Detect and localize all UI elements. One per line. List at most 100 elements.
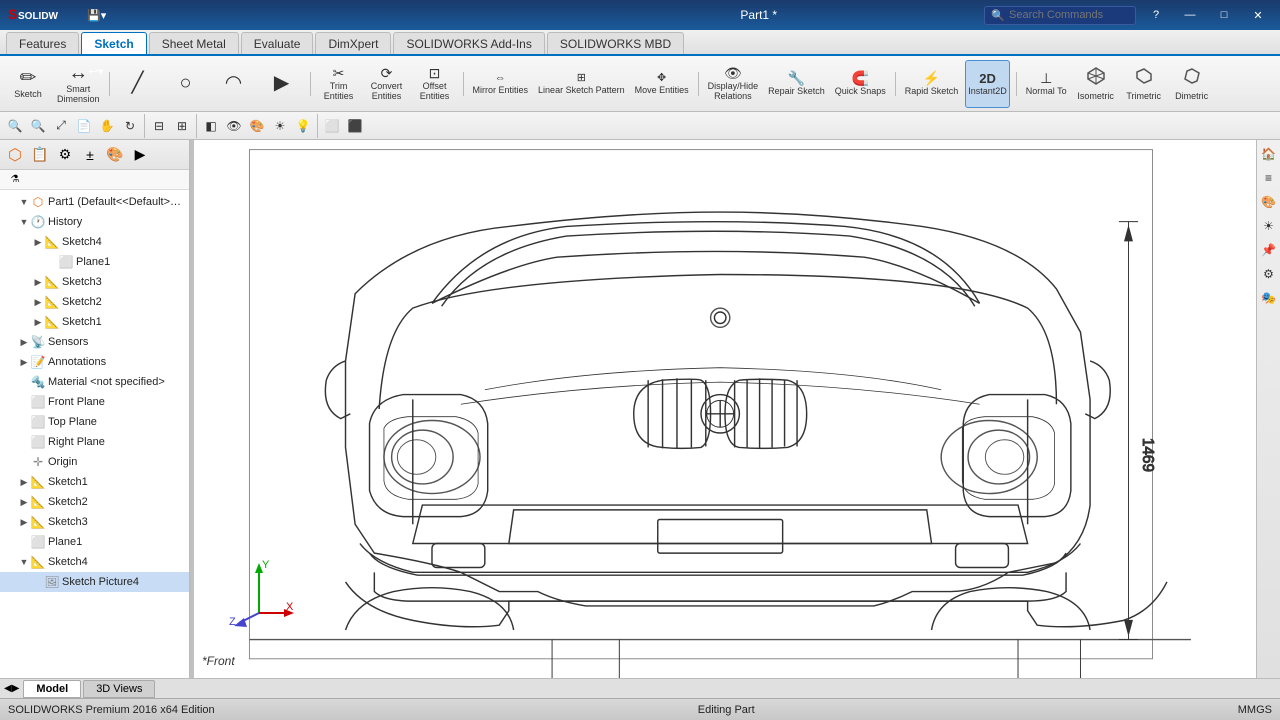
tab-dimxpert[interactable]: DimXpert — [315, 32, 391, 54]
sensors-label: Sensors — [48, 336, 88, 348]
tree-item-sketch4-history[interactable]: ▶ 📐 Sketch4 — [0, 232, 189, 252]
view-window-btn[interactable]: ⬜ — [321, 115, 343, 137]
search-input[interactable] — [1009, 9, 1129, 21]
bottom-tab-3dviews[interactable]: 3D Views — [83, 680, 155, 698]
view-pan-btn[interactable]: ✋ — [96, 115, 118, 137]
tree-item-origin[interactable]: ✛ Origin — [0, 452, 189, 472]
sidebar-more-btn[interactable]: ▶ — [129, 144, 151, 166]
view-window2-btn[interactable]: ⬛ — [344, 115, 366, 137]
bottom-tab-model[interactable]: Model — [23, 680, 81, 698]
line-icon: ╱ — [132, 73, 144, 93]
sketch-tool-move[interactable]: ✥ Move Entities — [632, 60, 692, 108]
tab-evaluate[interactable]: Evaluate — [241, 32, 314, 54]
sketch-tool-isometric[interactable]: Isometric — [1074, 60, 1118, 108]
tree-item-material[interactable]: 🔩 Material <not specified> — [0, 372, 189, 392]
right-panel-solidworks-btn[interactable]: ⚙ — [1259, 264, 1279, 284]
tree-item-sketch-picture4[interactable]: 🖼 Sketch Picture4 — [0, 572, 189, 592]
view-light-btn[interactable]: 💡 — [292, 115, 314, 137]
tab-solidworks-mbd[interactable]: SOLIDWORKS MBD — [547, 32, 684, 54]
toolbar-separator — [895, 72, 896, 96]
view-section-btn[interactable]: ⊟ — [148, 115, 170, 137]
sketch-tool-quick-snaps[interactable]: 🧲 Quick Snaps — [832, 60, 889, 108]
close-btn[interactable]: ✕ — [1244, 1, 1272, 29]
sketch-tool-rapid-sketch[interactable]: ⚡ Rapid Sketch — [902, 60, 962, 108]
tree-item-plane1[interactable]: ⬜ Plane1 — [0, 532, 189, 552]
view-scene-btn[interactable]: ☀ — [269, 115, 291, 137]
view-zoom-area-btn[interactable]: 🔍 — [27, 115, 49, 137]
sketch-tool-sketch[interactable]: ✏ Sketch — [6, 60, 50, 108]
canvas-area[interactable]: 1469 1580 — [194, 140, 1256, 678]
view-orient-btn[interactable]: 🔍 — [4, 115, 26, 137]
view-appearance-btn[interactable]: 🎨 — [246, 115, 268, 137]
sketch-icon: ✏ — [20, 68, 37, 88]
tree-item-sketch1[interactable]: ▶ 📐 Sketch1 — [0, 472, 189, 492]
sketch-tool-more[interactable]: ▶ — [260, 60, 304, 108]
right-panel-palette-btn[interactable]: 🎭 — [1259, 288, 1279, 308]
tab-solidworks-addins[interactable]: SOLIDWORKS Add-Ins — [393, 32, 544, 54]
tree-part-root[interactable]: ▼ ⬡ Part1 (Default<<Default>_Displa — [0, 192, 189, 212]
sketch-tool-offset[interactable]: ⊡ OffsetEntities — [413, 60, 457, 108]
tree-item-plane1-history[interactable]: ⬜ Plane1 — [0, 252, 189, 272]
tree-item-annotations[interactable]: ▶ 📝 Annotations — [0, 352, 189, 372]
tree-item-sketch4[interactable]: ▼ 📐 Sketch4 — [0, 552, 189, 572]
right-panel-home-btn[interactable]: 🏠 — [1259, 144, 1279, 164]
right-panel-layers-btn[interactable]: ≡ — [1259, 168, 1279, 188]
sketch-tool-line[interactable]: ╱ — [116, 60, 160, 108]
view-rotate-btn[interactable]: ↻ — [119, 115, 141, 137]
sketch-tool-smart-dimension[interactable]: ↔ SmartDimension — [54, 60, 103, 108]
tree-item-sketch3-history[interactable]: ▶ 📐 Sketch3 — [0, 272, 189, 292]
view-hide-show-btn[interactable]: 👁 — [223, 115, 245, 137]
tree-item-right-plane[interactable]: ⬜ Right Plane — [0, 432, 189, 452]
filter-btn[interactable]: ⚗ — [4, 169, 26, 191]
part-name-label: Part1 (Default<<Default>_Displa — [48, 196, 185, 208]
sidebar-property-manager-btn[interactable]: 📋 — [29, 144, 51, 166]
sketch1-history-icon: 📐 — [44, 314, 60, 330]
sketch-tool-mirror[interactable]: ⇔ Mirror Entities — [470, 60, 532, 108]
plane1-label: Plane1 — [48, 536, 82, 548]
scroll-right-btn[interactable]: ▶ — [12, 683, 20, 694]
window-title: Part1 * — [533, 8, 984, 22]
sketch-tool-instant2d[interactable]: 2D Instant2D — [965, 60, 1010, 108]
sketch-tool-dimetric[interactable]: Dimetric — [1170, 60, 1214, 108]
scroll-left-btn[interactable]: ◀ — [4, 683, 12, 694]
tab-features[interactable]: Features — [6, 32, 79, 54]
save-btn[interactable]: 💾▾ — [82, 1, 111, 29]
sketch-tool-repair[interactable]: 🔧 Repair Sketch — [765, 60, 828, 108]
tree-item-sketch3[interactable]: ▶ 📐 Sketch3 — [0, 512, 189, 532]
material-label: Material <not specified> — [48, 376, 165, 388]
tree-item-sensors[interactable]: ▶ 📡 Sensors — [0, 332, 189, 352]
sketch-tool-convert[interactable]: ⟳ ConvertEntities — [365, 60, 409, 108]
right-panel-scene-btn[interactable]: ☀ — [1259, 216, 1279, 236]
tab-sketch[interactable]: Sketch — [81, 32, 146, 54]
tree-item-sketch1-history[interactable]: ▶ 📐 Sketch1 — [0, 312, 189, 332]
normal-to-label: Normal To — [1026, 86, 1067, 96]
tree-item-sketch2-history[interactable]: ▶ 📐 Sketch2 — [0, 292, 189, 312]
maximize-btn[interactable]: □ — [1210, 1, 1238, 29]
sketch-tool-display-hide[interactable]: 👁 Display/HideRelations — [705, 60, 762, 108]
view-display-btn[interactable]: ◧ — [200, 115, 222, 137]
sidebar-feature-manager-btn[interactable]: ⬡ — [4, 144, 26, 166]
view-zoom-sheet-btn[interactable]: 📄 — [73, 115, 95, 137]
right-panel-decals-btn[interactable]: 📌 — [1259, 240, 1279, 260]
tree-item-front-plane[interactable]: ⬜ Front Plane — [0, 392, 189, 412]
view-label: *Front — [202, 654, 235, 668]
sketch-tool-trim[interactable]: ✂ TrimEntities — [317, 60, 361, 108]
help-btn[interactable]: ? — [1142, 1, 1170, 29]
view-zoom-fit-btn[interactable]: ⤢ — [50, 115, 72, 137]
sidebar-config-manager-btn[interactable]: ⚙ — [54, 144, 76, 166]
sketch-tool-normal-to[interactable]: ⊥ Normal To — [1023, 60, 1070, 108]
tree-item-top-plane[interactable]: ⬜ Top Plane — [0, 412, 189, 432]
right-panel-appearance-btn[interactable]: 🎨 — [1259, 192, 1279, 212]
tree-item-sketch2[interactable]: ▶ 📐 Sketch2 — [0, 492, 189, 512]
view-dynamic-section-btn[interactable]: ⊞ — [171, 115, 193, 137]
sketch-tool-circle[interactable]: ○ — [164, 60, 208, 108]
sidebar-dim-expert-btn[interactable]: ± — [79, 144, 101, 166]
tab-sheet-metal[interactable]: Sheet Metal — [149, 32, 239, 54]
tree-item-history[interactable]: ▼ 🕐 History — [0, 212, 189, 232]
sketch-tool-trimetric[interactable]: Trimetric — [1122, 60, 1166, 108]
sidebar-display-manager-btn[interactable]: 🎨 — [104, 144, 126, 166]
isometric-label: Isometric — [1077, 91, 1114, 101]
sketch-tool-arc[interactable]: ◠ — [212, 60, 256, 108]
sketch-tool-linear-pattern[interactable]: ⊞ Linear Sketch Pattern — [535, 60, 628, 108]
minimize-btn[interactable]: — — [1176, 1, 1204, 29]
